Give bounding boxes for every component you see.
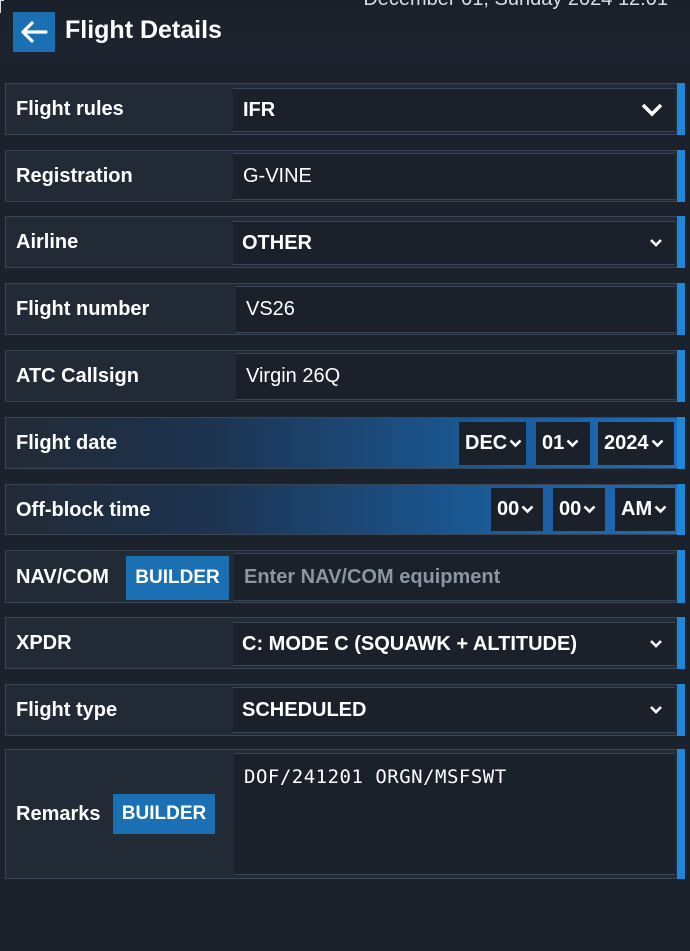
remarks-label: Remarks [16,803,101,825]
flight-number-input[interactable]: VS26 [236,286,675,333]
chevron-down-icon [583,505,596,514]
remarks-builder-button[interactable]: BUILDER [113,794,215,834]
accent-bar [677,283,685,335]
atc-callsign-label: ATC Callsign [16,365,139,387]
flight-date-month-select[interactable]: DEC [459,422,526,465]
flight-number-row: Flight number VS26 [5,283,685,335]
nav-com-input[interactable]: Enter NAV/COM equipment [234,553,675,601]
accent-bar [677,150,685,202]
xpdr-label: XPDR [16,632,72,654]
back-button[interactable] [13,12,55,52]
registration-value: G-VINE [243,165,312,187]
off-block-time-row: Off-block time 00 00 AM [5,484,685,535]
flight-rules-row: Flight rules IFR [5,83,685,135]
atc-callsign-input[interactable]: Virgin 26Q [236,353,675,400]
accent-bar [677,749,685,879]
airline-label: Airline [16,231,79,253]
accent-bar [677,550,685,603]
datetime-text: December 01, Sunday 2024 12:01 [363,0,668,11]
minute-select[interactable]: 00 [553,488,605,531]
flight-number-value: VS26 [246,298,295,320]
flight-date-year-select[interactable]: 2024 [598,422,674,465]
flight-date-label: Flight date [16,432,118,454]
chevron-down-icon [650,239,662,247]
chevron-down-icon [654,505,667,514]
airline-row: Airline OTHER [5,216,685,268]
nav-com-label: NAV/COM [16,566,109,588]
flight-rules-select[interactable]: IFR [233,88,675,132]
registration-label: Registration [16,165,133,187]
xpdr-select[interactable]: C: MODE C (SQUAWK + ALTITUDE) [233,622,675,666]
chevron-down-icon [521,505,534,514]
flight-rules-label: Flight rules [16,98,124,120]
accent-bar [677,617,685,669]
chevron-down-icon [650,706,662,714]
remarks-value: DOF/241201 ORGN/MSFSWT [244,766,507,788]
remarks-row: Remarks BUILDER DOF/241201 ORGN/MSFSWT [5,749,685,879]
hour-value: 00 [497,498,520,520]
accent-bar [677,417,685,469]
off-block-time-label: Off-block time [16,499,151,521]
day-value: 01 [542,432,565,454]
flight-type-value: SCHEDULED [242,698,367,721]
flight-type-label: Flight type [16,699,118,721]
registration-row: Registration G-VINE [5,150,685,202]
registration-input[interactable]: G-VINE [233,153,675,200]
nav-com-row: NAV/COM BUILDER Enter NAV/COM equipment [5,550,685,603]
header-bar: December 01, Sunday 2024 12:01 Flight De… [0,0,690,62]
accent-bar [677,350,685,402]
nav-com-placeholder: Enter NAV/COM equipment [244,565,501,588]
flight-type-row: Flight type SCHEDULED [5,684,685,736]
month-value: DEC [465,432,508,454]
flight-date-row: Flight date DEC 01 2024 [5,417,685,469]
atc-callsign-value: Virgin 26Q [246,365,341,387]
arrow-left-icon [21,21,48,43]
atc-callsign-row: ATC Callsign Virgin 26Q [5,350,685,402]
accent-bar [677,684,685,736]
ampm-select[interactable]: AM [615,488,675,531]
minute-value: 00 [559,498,582,520]
chevron-down-icon [566,439,579,448]
chevron-down-icon [650,640,662,648]
page-title: Flight Details [65,16,222,44]
xpdr-row: XPDR C: MODE C (SQUAWK + ALTITUDE) [5,617,685,669]
accent-bar [677,216,685,268]
ampm-value: AM [621,498,653,520]
flight-date-day-select[interactable]: 01 [536,422,590,465]
flight-number-label: Flight number [16,298,150,320]
accent-bar [677,83,685,135]
airline-value: OTHER [242,231,312,254]
corner-mark [0,0,4,13]
airline-select[interactable]: OTHER [233,221,675,265]
xpdr-value: C: MODE C (SQUAWK + ALTITUDE) [242,632,577,655]
remarks-textarea[interactable]: DOF/241201 ORGN/MSFSWT [234,753,675,875]
nav-com-builder-button[interactable]: BUILDER [126,556,229,600]
accent-bar [677,484,685,535]
flight-rules-value: IFR [243,98,276,121]
chevron-down-icon [651,439,663,448]
chevron-down-icon [641,103,663,117]
hour-select[interactable]: 00 [491,488,543,531]
chevron-down-icon [509,439,522,448]
flight-type-select[interactable]: SCHEDULED [233,687,675,733]
year-value: 2024 [604,432,649,454]
